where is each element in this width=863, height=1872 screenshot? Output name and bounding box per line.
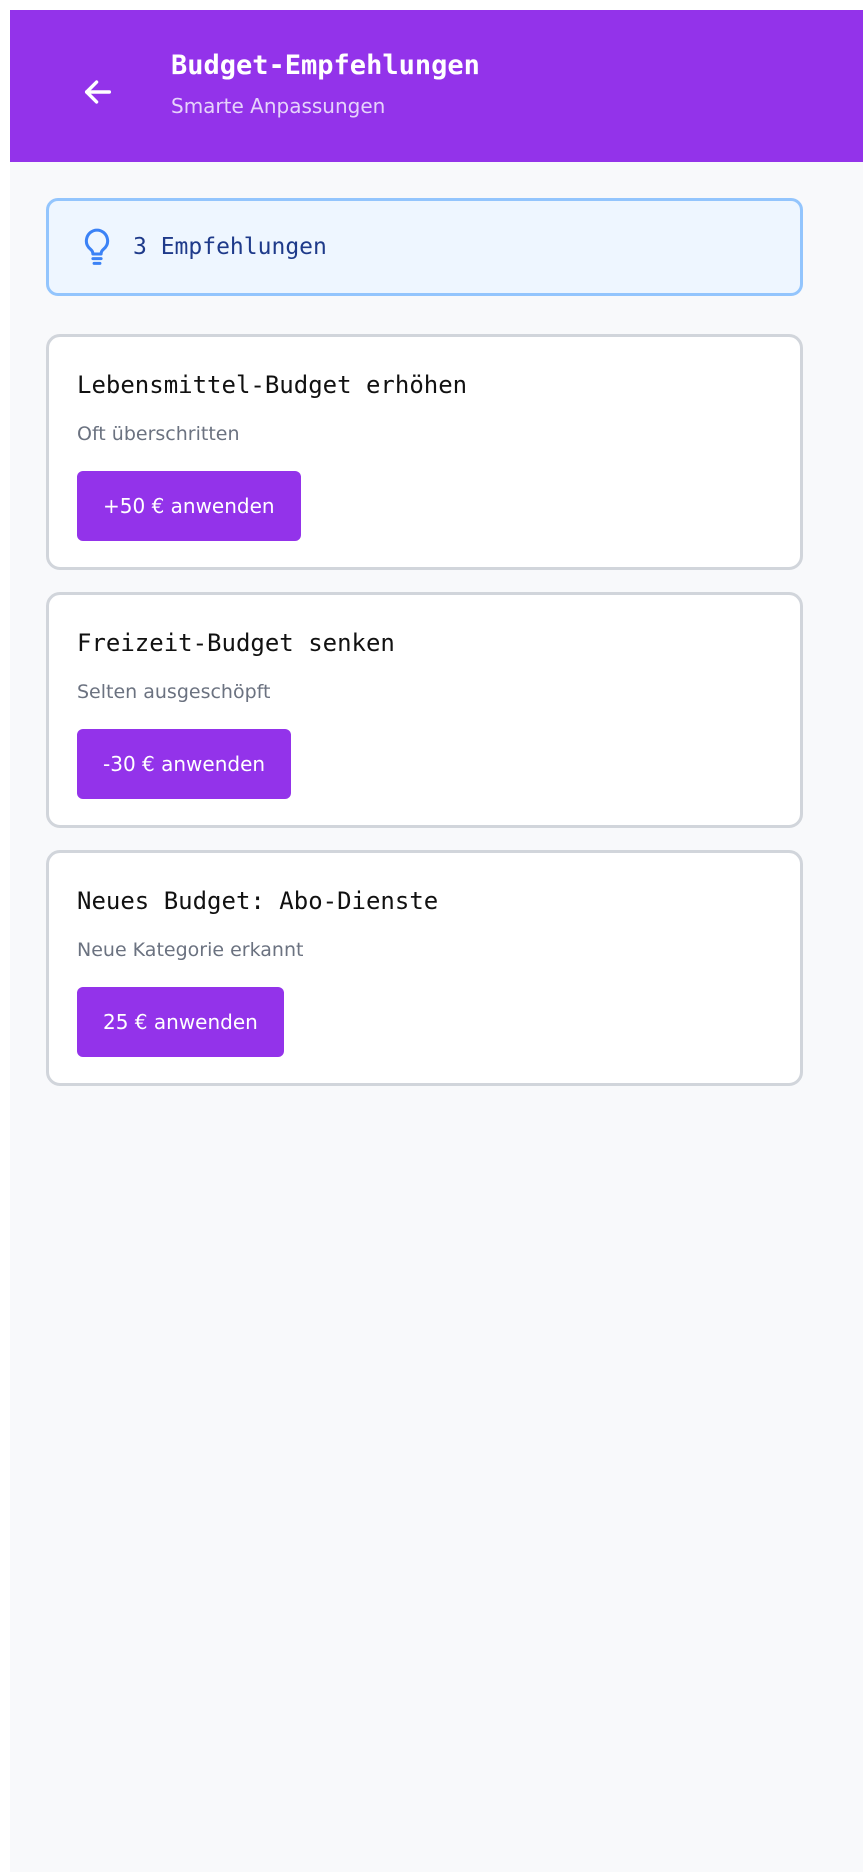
apply-recommendation-button[interactable]: -30 € anwenden <box>77 729 292 799</box>
recommendation-count: 3 Empfehlungen <box>133 234 327 260</box>
back-button[interactable] <box>68 62 128 122</box>
recommendation-description: Neue Kategorie erkannt <box>77 939 304 961</box>
recommendation-count-banner: 3 Empfehlungen <box>46 198 803 296</box>
apply-recommendation-button[interactable]: +50 € anwenden <box>77 471 301 541</box>
recommendation-title: Freizeit-Budget senken <box>77 629 395 657</box>
app-screen: Budget-Empfehlungen Smarte Anpassungen 3… <box>10 10 863 1872</box>
apply-recommendation-button[interactable]: 25 € anwenden <box>77 987 284 1057</box>
page-subtitle: Smarte Anpassungen <box>171 94 386 119</box>
recommendation-card: Lebensmittel-Budget erhöhen Oft überschr… <box>46 334 803 570</box>
arrow-left-icon <box>84 80 112 104</box>
lightbulb-icon <box>83 227 111 267</box>
recommendation-card: Freizeit-Budget senken Selten ausgeschöp… <box>46 592 803 828</box>
recommendation-card: Neues Budget: Abo-Dienste Neue Kategorie… <box>46 850 803 1086</box>
recommendation-title: Lebensmittel-Budget erhöhen <box>77 371 468 399</box>
recommendation-title: Neues Budget: Abo-Dienste <box>77 887 439 915</box>
page-title: Budget-Empfehlungen <box>171 50 480 81</box>
recommendation-description: Oft überschritten <box>77 423 240 445</box>
app-header: Budget-Empfehlungen Smarte Anpassungen <box>10 10 863 162</box>
recommendation-description: Selten ausgeschöpft <box>77 681 271 703</box>
header-text: Budget-Empfehlungen Smarte Anpassungen <box>171 50 480 118</box>
